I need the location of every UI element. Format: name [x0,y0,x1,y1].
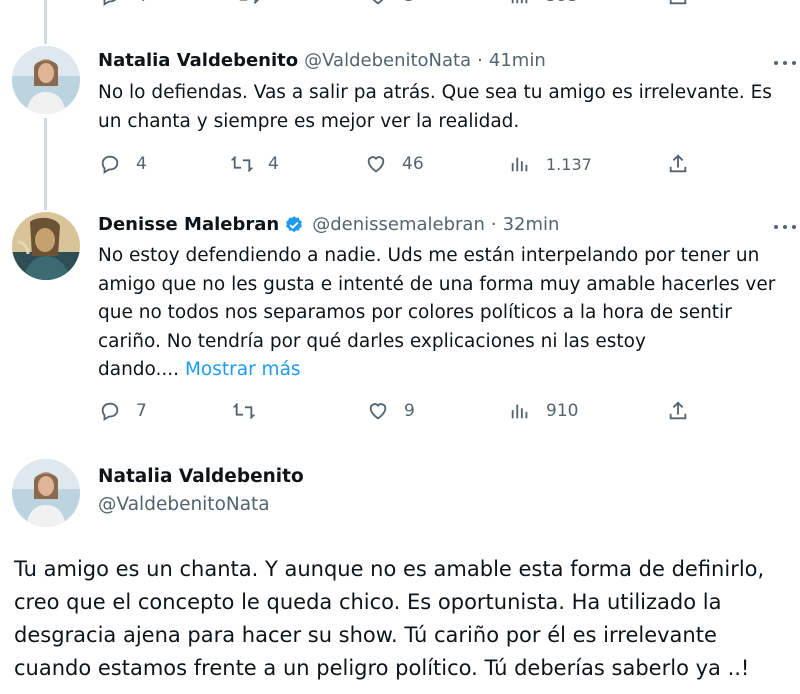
retweet-icon [236,0,260,8]
tweet-text-fragment: dando.... [98,359,185,380]
tweet-text-line: desgracia ajena para hacer su show. Tú c… [14,623,717,647]
reply-icon [98,0,122,8]
tweet-header: Natalia Valdebenito @ValdebenitoNata · 4… [98,50,760,71]
views-button[interactable]: 593 [508,0,578,8]
tweet-text-line: creo que el concepto le queda chico. Es … [14,590,722,614]
like-count: 3 [404,0,415,6]
thread-line-top [44,0,47,44]
tweet-text-line: amigo que no les gusta e intenté de una … [98,273,776,295]
like-count: 46 [402,154,424,174]
like-icon [366,0,390,8]
share-button[interactable] [666,152,690,176]
retweet-icon [230,152,254,176]
top-action-bar: 4 3 593 [98,0,800,12]
reply-count: 7 [136,401,147,421]
action-bar: 4 4 46 1.137 [98,152,800,180]
display-name[interactable]: Natalia Valdebenito [98,50,298,71]
avatar[interactable] [12,459,80,527]
tweet-text-line: un chanta y siempre es mejor ver la real… [98,110,520,132]
tweet-text-line: Tu amigo es un chanta. Y aunque no es am… [14,557,765,581]
reply-button[interactable]: 4 [98,152,147,176]
show-more-link[interactable]: Mostrar más [185,359,301,380]
thread-line-middle [44,118,47,210]
views-count: 1.137 [546,154,592,174]
tweet-text-line: No estoy defendiendo a nadie. Uds me est… [98,245,760,266]
like-button[interactable]: 46 [364,152,424,176]
views-icon [508,0,532,8]
more-icon[interactable] [774,59,796,67]
reply-button[interactable]: 7 [98,399,147,423]
share-button[interactable] [666,399,690,423]
like-icon [366,399,390,423]
more-icon[interactable] [774,223,796,231]
tweet-text-line: cariño. No tendría por qué darles explic… [98,330,646,352]
verified-icon [284,215,304,235]
user-handle[interactable]: @ValdebenitoNata [98,494,270,515]
reply-icon [98,399,122,423]
share-icon [666,399,690,423]
retweet-count: 4 [268,154,279,174]
tweet-text: No estoy defendiendo a nadie. Uds me est… [98,242,784,385]
share-button[interactable] [666,0,690,8]
reply-button[interactable]: 4 [98,0,147,8]
reply-count: 4 [136,154,147,174]
share-icon [666,152,690,176]
like-button[interactable]: 9 [366,399,415,423]
reply-count: 4 [136,0,147,6]
user-handle[interactable]: @ValdebenitoNata [304,50,471,71]
display-name[interactable]: Natalia Valdebenito [98,466,304,487]
display-name[interactable]: Denisse Malebran [98,214,279,235]
retweet-button[interactable] [232,399,256,423]
retweet-button[interactable]: 4 [230,152,279,176]
tweet-text-line: que no todos nos separamos por colores p… [98,302,732,323]
user-handle[interactable]: @denissemalebran [312,214,485,235]
timestamp[interactable]: 41min [489,50,546,71]
views-icon [508,152,532,176]
share-icon [666,0,690,8]
separator: · [490,214,497,235]
tweet-text: Tu amigo es un chanta. Y aunque no es am… [14,553,792,685]
like-count: 9 [404,401,415,421]
reply-icon [98,152,122,176]
views-button[interactable]: 910 [508,399,578,423]
tweet-text-line: No lo defiendas. Vas a salir pa atrás. Q… [98,82,772,103]
views-button[interactable]: 1.137 [508,152,592,176]
tweet-text-line: dando.... Mostrar más [98,356,784,385]
like-icon [364,152,388,176]
retweet-icon [232,399,256,423]
tweet-header: Denisse Malebran @denissemalebran · 32mi… [98,214,760,235]
timestamp[interactable]: 32min [503,214,560,235]
avatar[interactable] [12,46,80,114]
action-bar: 7 9 910 [98,399,800,427]
like-button[interactable]: 3 [366,0,415,8]
separator: · [477,50,483,71]
tweet-text-line: cuando estamos frente a un peligro polít… [14,656,750,680]
views-icon [508,399,532,423]
avatar[interactable] [12,212,80,280]
tweet-text: No lo defiendas. Vas a salir pa atrás. Q… [98,79,784,136]
retweet-button[interactable] [236,0,260,8]
views-count: 593 [546,0,578,6]
views-count: 910 [546,401,579,421]
